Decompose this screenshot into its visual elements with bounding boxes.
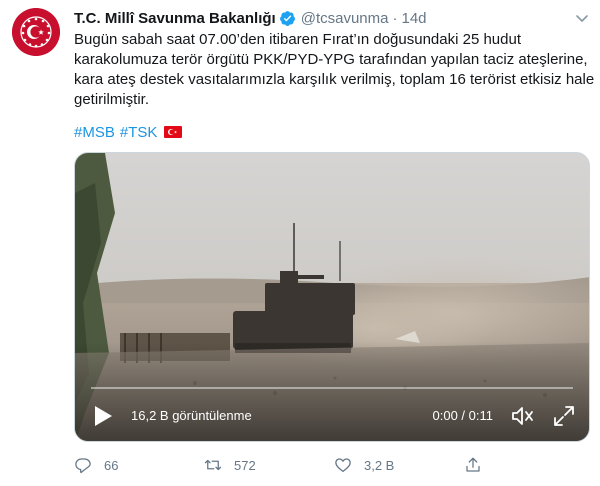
msb-emblem-icon — [12, 8, 60, 56]
hashtag-link[interactable]: #MSB — [74, 124, 115, 141]
video-frame — [75, 153, 589, 441]
play-button[interactable] — [93, 405, 113, 427]
view-count: 16,2 B görüntülenme — [131, 408, 252, 423]
hashtag-link[interactable]: #TSK — [120, 124, 158, 141]
reply-button[interactable]: 66 — [74, 456, 204, 474]
tweet-header: T.C. Millî Savunma Bakanlığı @tcsavunma … — [74, 8, 427, 28]
tweet-text-line: kara ateş destek vasıtalarımızla karşılı… — [74, 71, 595, 88]
turkey-flag-icon — [164, 126, 183, 138]
verified-badge-icon — [279, 10, 296, 27]
fullscreen-icon — [554, 406, 574, 426]
share-icon — [466, 457, 480, 472]
video-player[interactable]: 16,2 B görüntülenme 0:00 / 0:11 — [74, 152, 590, 442]
tweet-text-line: karakolumuza terör örgütü PKK/PYD-YPG ta… — [74, 51, 588, 68]
retweet-count: 572 — [234, 457, 256, 473]
separator-dot: · — [392, 9, 398, 27]
reply-icon — [75, 458, 91, 474]
heart-icon — [335, 458, 351, 473]
tweet-text-line: Bugün sabah saat 07.00’den itibaren Fıra… — [74, 31, 521, 48]
account-handle[interactable]: @tcsavunma — [301, 10, 389, 27]
reply-count: 66 — [104, 457, 119, 473]
tweet-text-line: getirilmiştir. — [74, 91, 150, 108]
play-icon — [95, 406, 112, 426]
hashtag-row: #MSB #TSK — [74, 122, 183, 142]
tweet-card[interactable]: T.C. Millî Savunma Bakanlığı @tcsavunma … — [0, 0, 600, 486]
avatar[interactable] — [12, 8, 60, 56]
share-button[interactable] — [464, 456, 504, 474]
retweet-button[interactable]: 572 — [204, 456, 334, 474]
retweet-icon — [204, 459, 222, 471]
tweet-actions: 66 572 3,2 B — [74, 452, 590, 478]
video-progress-bar[interactable] — [91, 387, 573, 389]
tweet-options-button[interactable] — [574, 10, 590, 26]
fullscreen-button[interactable] — [553, 405, 575, 427]
tweet-text: Bugün sabah saat 07.00’den itibaren Fıra… — [74, 30, 595, 110]
volume-button[interactable] — [511, 405, 535, 427]
account-name[interactable]: T.C. Millî Savunma Bakanlığı — [74, 10, 276, 27]
volume-icon — [512, 407, 533, 425]
video-time: 0:00 / 0:11 — [432, 408, 493, 423]
like-count: 3,2 B — [364, 457, 395, 473]
tweet-timestamp[interactable]: 14d — [401, 10, 426, 27]
like-button[interactable]: 3,2 B — [334, 456, 464, 474]
chevron-down-icon — [576, 15, 588, 22]
